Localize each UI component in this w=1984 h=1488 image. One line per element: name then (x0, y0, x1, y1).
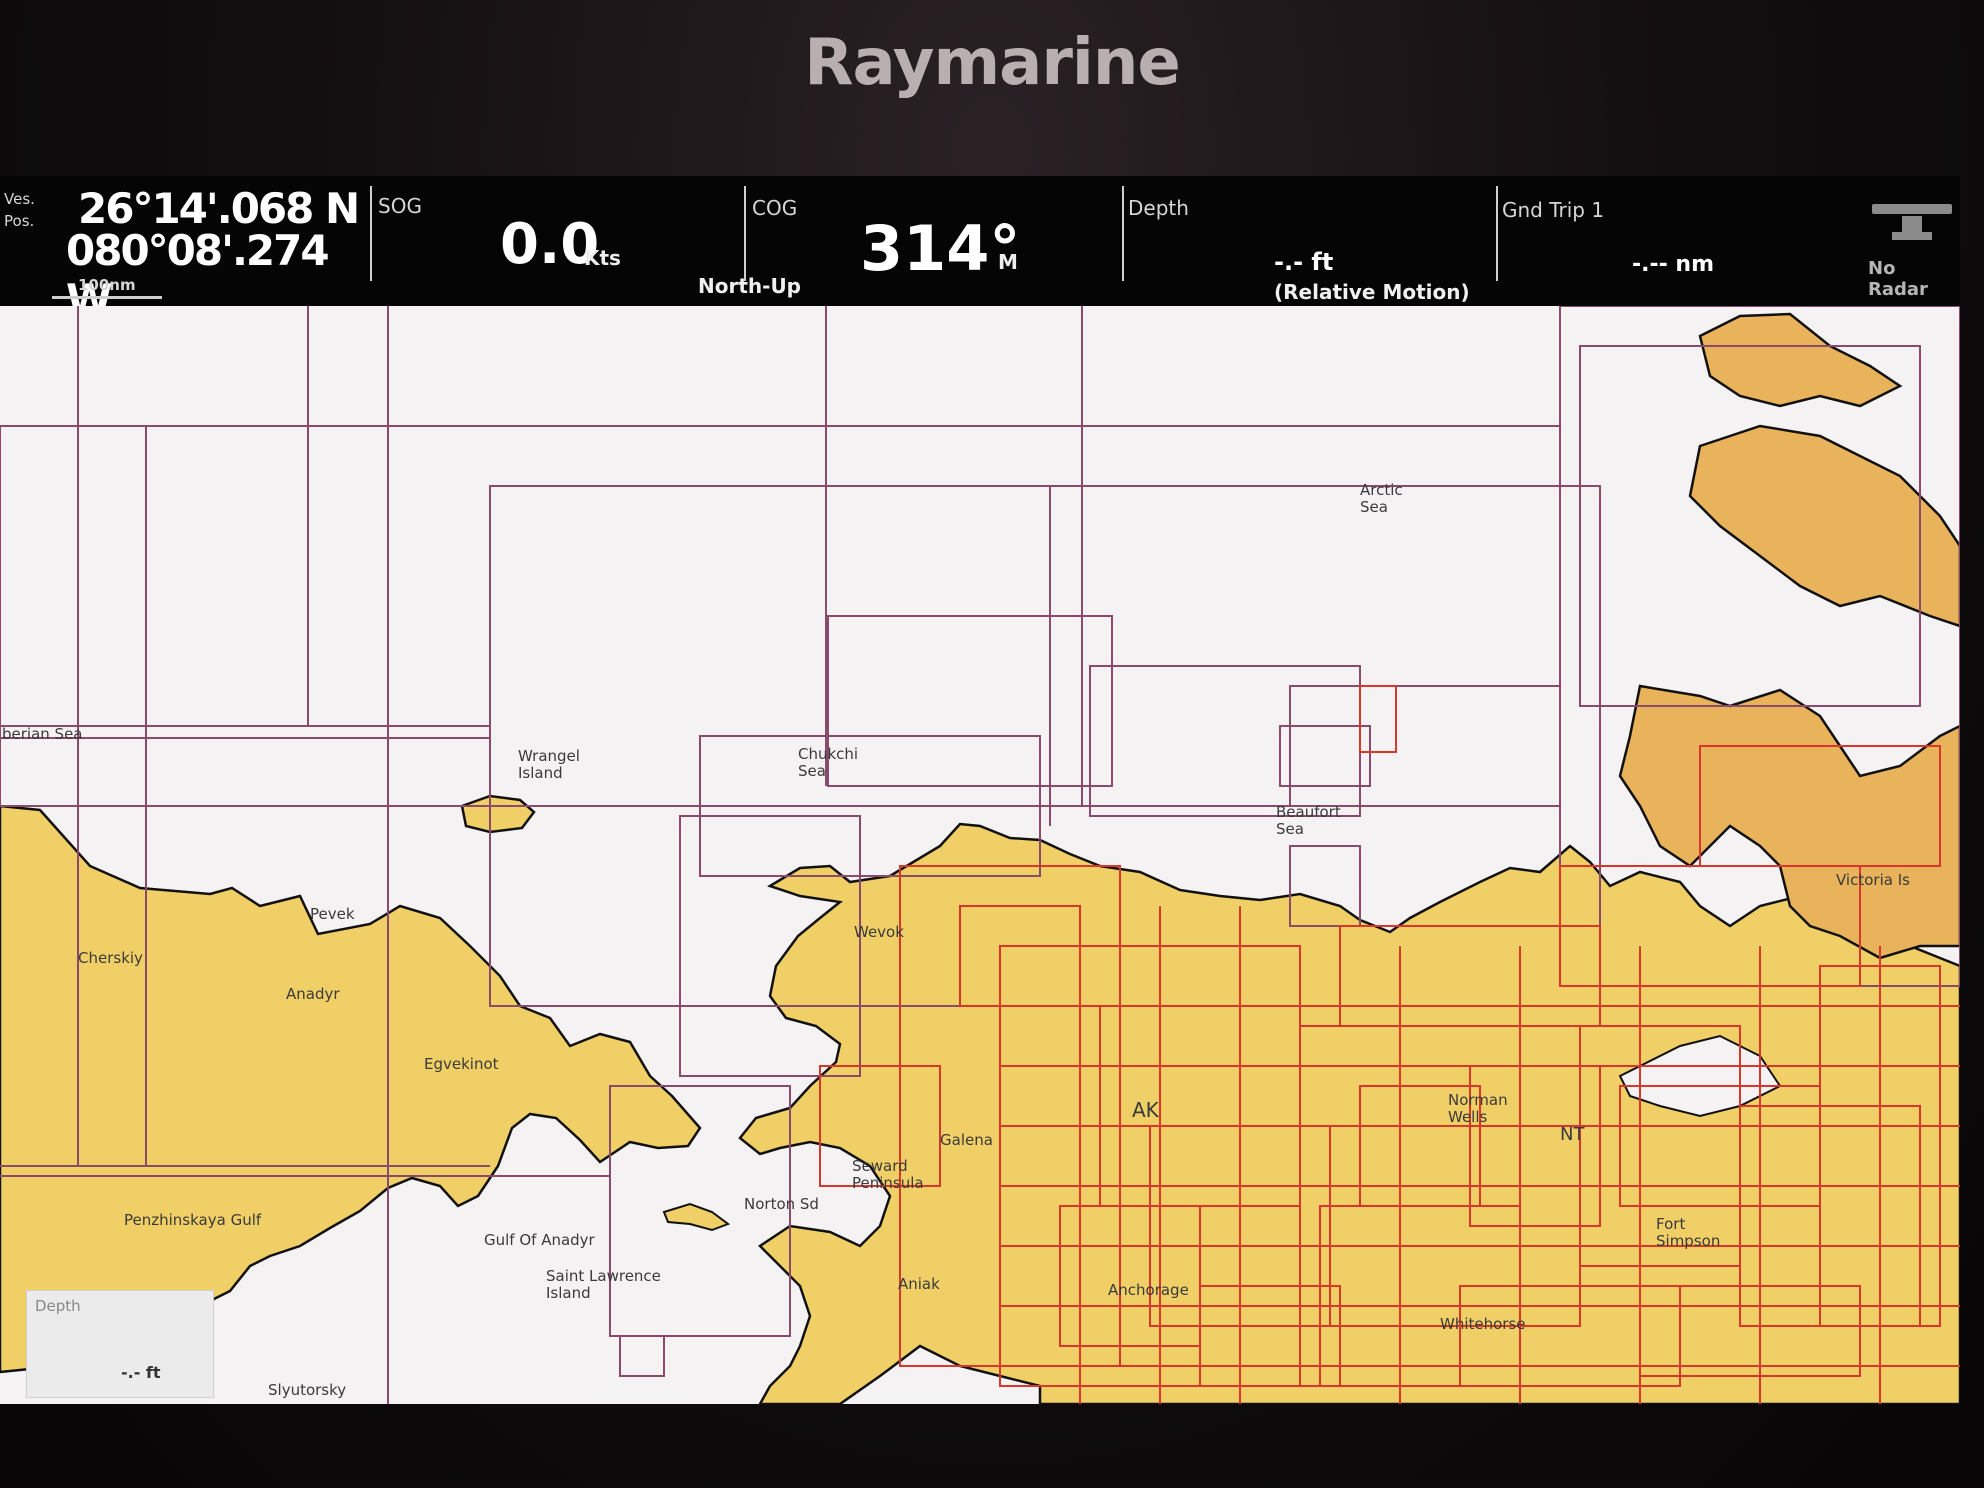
landmass-alaska-canada (738, 822, 1960, 1404)
label-egvekinot: Egvekinot (424, 1055, 499, 1073)
label-fort-simpson: Fort Simpson (1656, 1215, 1721, 1250)
chart-map[interactable]: Arctic Sea berian Sea Wrangel Island Chu… (0, 306, 1960, 1404)
motion-mode[interactable]: (Relative Motion) (1274, 280, 1470, 304)
sog-cell[interactable]: SOG 0.0 Kts (372, 182, 744, 300)
label-pevek: Pevek (310, 905, 355, 923)
label-wevok: Wevok (854, 923, 904, 941)
trip-label: Gnd Trip 1 (1502, 198, 1605, 222)
label-seward-peninsula: Seward Peninsula (852, 1157, 924, 1192)
cog-unit: M (998, 250, 1018, 274)
scale-label: 100nm (78, 276, 136, 294)
trip-value: -.-- nm (1632, 252, 1714, 277)
radar-status: No Radar (1868, 258, 1928, 300)
sog-label: SOG (378, 194, 422, 218)
label-chukchi-sea: Chukchi Sea (798, 745, 859, 780)
sog-unit: Kts (584, 246, 621, 270)
depth-label: Depth (1128, 196, 1189, 220)
chartplotter-screen: Ves. Pos. 26°14'.068 N 080°08'.274 W 100… (0, 176, 1960, 1404)
orientation-mode[interactable]: North-Up (698, 274, 801, 298)
label-saint-lawrence: Saint Lawrence Island (546, 1267, 661, 1302)
label-whitehorse: Whitehorse (1440, 1315, 1526, 1333)
label-norton-sound: Norton Sd (744, 1195, 819, 1213)
label-galena: Galena (940, 1131, 993, 1149)
label-norman-wells: Norman Wells (1448, 1091, 1508, 1126)
landmass-wrangel (460, 794, 536, 834)
label-beaufort-sea: Beaufort Sea (1276, 803, 1341, 838)
data-bar[interactable]: Ves. Pos. 26°14'.068 N 080°08'.274 W 100… (0, 176, 1960, 324)
scale-bar (52, 296, 162, 299)
trip-cell[interactable]: Gnd Trip 1 -.-- nm (1498, 182, 1868, 300)
label-penzhinskaya: Penzhinskaya Gulf (124, 1211, 262, 1229)
label-anadyr: Anadyr (286, 985, 340, 1003)
label-arctic-sea: Arctic Sea (1360, 481, 1403, 516)
label-chersky: Cherskiy (78, 949, 143, 967)
position-cell[interactable]: Ves. Pos. 26°14'.068 N 080°08'.274 W 100… (0, 182, 370, 324)
landmass-north-islands (1698, 312, 1903, 408)
label-wrangel-island: Wrangel Island (518, 747, 580, 782)
radar-icon[interactable] (1872, 204, 1952, 244)
cog-cell[interactable]: COG 314° M (746, 182, 1122, 300)
cog-label: COG (752, 196, 798, 220)
label-gulf-of-anadyr: Gulf Of Anadyr (484, 1231, 595, 1249)
label-siberian-sea: berian Sea (2, 725, 83, 743)
brand-logo: Raymarine (804, 26, 1181, 100)
label-aniak: Aniak (898, 1275, 940, 1293)
depth-value: -.- ft (1274, 248, 1334, 276)
cog-value: 314° (860, 212, 1021, 285)
label-slyutorsky: Slyutorsky (268, 1381, 347, 1399)
label-nt: NT (1560, 1124, 1585, 1145)
landmass-saint-lawrence (662, 1202, 731, 1232)
depth-box-value: -.- ft (121, 1363, 161, 1382)
label-ak: AK (1132, 1098, 1159, 1122)
label-victoria-island: Victoria Is (1836, 871, 1910, 889)
depth-databox[interactable]: Depth -.- ft (26, 1290, 214, 1398)
position-label: Ves. Pos. (4, 190, 35, 230)
depth-box-label: Depth (35, 1297, 81, 1315)
label-anchorage: Anchorage (1108, 1281, 1189, 1299)
